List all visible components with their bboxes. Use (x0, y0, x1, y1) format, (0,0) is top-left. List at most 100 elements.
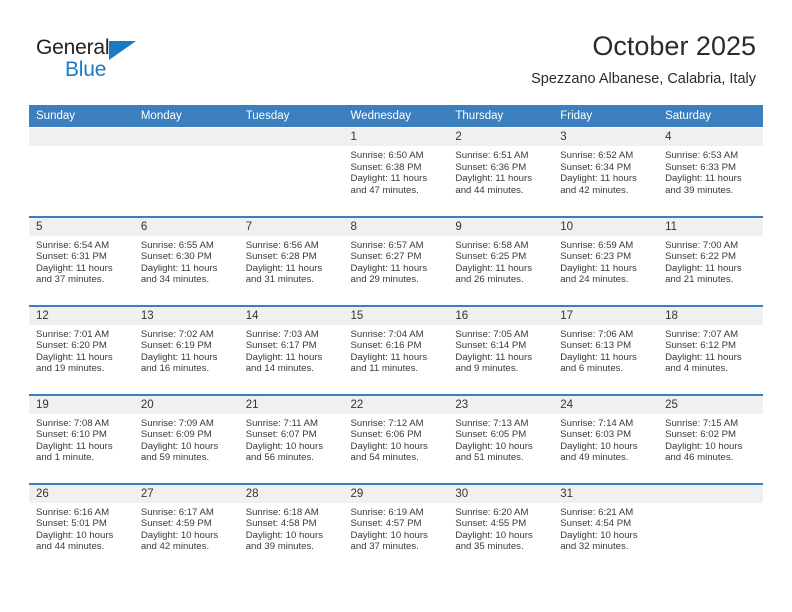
calendar-day-cell[interactable]: 14 Sunrise: 7:03 AM Sunset: 6:17 PM Dayligh… (238, 304, 344, 395)
location-subtitle: Spezzano Albanese, Calabria, Italy (531, 71, 756, 87)
calendar-day-cell[interactable]: 18 Sunrise: 7:07 AM Sunset: 6:12 PM Dayligh… (658, 304, 763, 395)
day-sunset-text: Sunset: 6:09 PM (140, 429, 212, 441)
day-sunrise-text: Sunrise: 6:18 AM (245, 506, 319, 518)
day-number: 27 (133, 484, 239, 503)
calendar-day-cell[interactable]: 29 Sunrise: 6:19 AM Sunset: 4:57 PM Dayligh… (343, 482, 449, 573)
page-title: October 2025 (592, 31, 756, 61)
calendar-day-cell[interactable]: 8 Sunrise: 6:57 AM Sunset: 6:27 PM Daylight… (343, 215, 449, 306)
day-number: 3 (553, 128, 659, 146)
day-daylight-line1-text: Daylight: 10 hours (140, 529, 219, 541)
calendar-day-cell[interactable]: 9 Sunrise: 6:58 AM Sunset: 6:25 PM Daylight… (448, 215, 554, 306)
day-daylight-line2-text: and 19 minutes. (36, 363, 105, 375)
day-details: Sunrise: 6:17 AM Sunset: 4:59 PM Daylight:… (134, 503, 239, 553)
day-daylight-line2-text: and 56 minutes. (245, 452, 314, 464)
day-daylight-line1-text: Daylight: 10 hours (665, 440, 743, 452)
day-daylight-line2-text: and 32 minutes. (560, 541, 629, 553)
day-details: Sunrise: 7:13 AM Sunset: 6:05 PM Daylight:… (448, 414, 553, 464)
calendar-day-cell[interactable]: 17 Sunrise: 7:06 AM Sunset: 6:13 PM Dayligh… (553, 304, 659, 395)
calendar-day-cell[interactable]: 7 Sunrise: 6:56 AM Sunset: 6:28 PM Daylight… (238, 215, 344, 306)
calendar-day-cell[interactable]: 20 Sunrise: 7:09 AM Sunset: 6:09 PM Dayligh… (133, 393, 239, 484)
weekday-header-monday: Monday (133, 105, 239, 128)
calendar-grid: Sunday Monday Tuesday Wednesday Thursday… (29, 105, 763, 573)
day-daylight-line2-text: and 44 minutes. (455, 184, 524, 196)
day-details: Sunrise: 6:57 AM Sunset: 6:27 PM Daylight:… (344, 236, 449, 286)
calendar-day-cell[interactable]: 1 Sunrise: 6:50 AM Sunset: 6:38 PM Daylight… (343, 127, 449, 217)
day-details: Sunrise: 7:01 AM Sunset: 6:20 PM Daylight:… (29, 325, 134, 375)
day-sunrise-text: Sunrise: 7:15 AM (665, 417, 739, 429)
day-sunrise-text: Sunrise: 7:01 AM (36, 328, 110, 340)
day-details: Sunrise: 6:59 AM Sunset: 6:23 PM Daylight:… (553, 236, 658, 286)
day-daylight-line1-text: Daylight: 11 hours (350, 173, 428, 185)
day-daylight-line2-text: and 26 minutes. (455, 274, 524, 286)
calendar-day-cell[interactable]: 10 Sunrise: 6:59 AM Sunset: 6:23 PM Dayligh… (553, 215, 659, 306)
day-sunset-text: Sunset: 6:07 PM (245, 429, 317, 441)
day-sunrise-text: Sunrise: 6:54 AM (36, 239, 110, 251)
day-daylight-line1-text: Daylight: 10 hours (350, 529, 428, 541)
day-sunset-text: Sunset: 4:58 PM (245, 518, 317, 530)
calendar-day-cell[interactable]: 23 Sunrise: 7:13 AM Sunset: 6:05 PM Dayligh… (448, 393, 554, 484)
day-details: Sunrise: 6:55 AM Sunset: 6:30 PM Daylight:… (134, 236, 239, 286)
day-daylight-line2-text: and 39 minutes. (665, 184, 734, 196)
calendar-day-cell[interactable]: 28 Sunrise: 6:18 AM Sunset: 4:58 PM Dayligh… (238, 482, 344, 573)
calendar-day-cell[interactable]: 5 Sunrise: 6:54 AM Sunset: 6:31 PM Daylight… (29, 215, 134, 306)
title-block: October 2025 Spezzano Albanese, Calabria… (531, 30, 756, 89)
calendar-day-cell[interactable]: 2 Sunrise: 6:51 AM Sunset: 6:36 PM Daylight… (448, 127, 554, 217)
day-sunset-text: Sunset: 6:25 PM (455, 251, 527, 263)
calendar-day-cell[interactable]: 15 Sunrise: 7:04 AM Sunset: 6:16 PM Dayligh… (343, 304, 449, 395)
day-number: 16 (448, 306, 554, 325)
calendar-week-row: 5 Sunrise: 6:54 AM Sunset: 6:31 PM Daylight… (29, 215, 763, 306)
day-sunrise-text: Sunrise: 7:02 AM (140, 328, 214, 340)
day-details: Sunrise: 6:58 AM Sunset: 6:25 PM Daylight:… (448, 236, 553, 286)
calendar-day-cell[interactable]: 6 Sunrise: 6:55 AM Sunset: 6:30 PM Daylight… (133, 215, 239, 306)
day-daylight-line2-text: and 54 minutes. (350, 452, 419, 464)
day-sunset-text: Sunset: 6:05 PM (455, 429, 527, 441)
day-number: 26 (29, 484, 134, 503)
day-sunset-text: Sunset: 6:20 PM (36, 340, 107, 352)
day-sunset-text: Sunset: 6:30 PM (140, 251, 212, 263)
calendar-day-cell[interactable]: 26 Sunrise: 6:16 AM Sunset: 5:01 PM Dayligh… (29, 482, 134, 573)
day-daylight-line1-text: Daylight: 11 hours (36, 262, 113, 274)
calendar-day-cell[interactable]: 16 Sunrise: 7:05 AM Sunset: 6:14 PM Dayligh… (448, 304, 554, 395)
day-sunrise-text: Sunrise: 6:56 AM (245, 239, 319, 251)
day-number: 6 (133, 217, 239, 236)
day-daylight-line2-text: and 31 minutes. (245, 274, 314, 286)
weekday-header-wednesday: Wednesday (343, 105, 449, 128)
day-number: 15 (343, 306, 449, 325)
day-number: 28 (238, 484, 344, 503)
calendar-day-cell[interactable]: 3 Sunrise: 6:52 AM Sunset: 6:34 PM Daylight… (553, 127, 659, 217)
calendar-day-cell[interactable]: 24 Sunrise: 7:14 AM Sunset: 6:03 PM Dayligh… (553, 393, 659, 484)
day-details: Sunrise: 7:06 AM Sunset: 6:13 PM Daylight:… (553, 325, 658, 375)
day-daylight-line1-text: Daylight: 11 hours (350, 351, 428, 363)
weekday-header-thursday: Thursday (448, 105, 554, 128)
calendar-day-cell[interactable]: 11 Sunrise: 7:00 AM Sunset: 6:22 PM Dayligh… (658, 215, 763, 306)
calendar-day-cell[interactable]: 30 Sunrise: 6:20 AM Sunset: 4:55 PM Dayligh… (448, 482, 554, 573)
calendar-day-cell[interactable]: 27 Sunrise: 6:17 AM Sunset: 4:59 PM Dayligh… (133, 482, 239, 573)
day-number: 7 (238, 217, 344, 236)
calendar-day-cell[interactable]: 21 Sunrise: 7:11 AM Sunset: 6:07 PM Dayligh… (238, 393, 344, 484)
day-number: 21 (238, 395, 344, 414)
calendar-week-row: 26 Sunrise: 6:16 AM Sunset: 5:01 PM Dayligh… (29, 482, 763, 573)
day-details: Sunrise: 6:18 AM Sunset: 4:58 PM Daylight:… (239, 503, 344, 553)
calendar-day-cell[interactable]: 13 Sunrise: 7:02 AM Sunset: 6:19 PM Dayligh… (133, 304, 239, 395)
day-sunrise-text: Sunrise: 7:04 AM (350, 328, 424, 340)
general-blue-logo[interactable]: General Blue (36, 36, 166, 88)
day-daylight-line1-text: Daylight: 11 hours (36, 440, 113, 452)
day-daylight-line1-text: Daylight: 11 hours (560, 351, 637, 363)
calendar-day-cell[interactable]: 12 Sunrise: 7:01 AM Sunset: 6:20 PM Dayligh… (29, 304, 134, 395)
weekday-header-sunday: Sunday (29, 105, 134, 128)
day-daylight-line2-text: and 24 minutes. (560, 274, 629, 286)
day-details: Sunrise: 6:54 AM Sunset: 6:31 PM Daylight:… (29, 236, 134, 286)
day-daylight-line1-text: Daylight: 11 hours (245, 351, 323, 363)
day-daylight-line1-text: Daylight: 10 hours (140, 440, 219, 452)
calendar-day-cell[interactable]: 22 Sunrise: 7:12 AM Sunset: 6:06 PM Dayligh… (343, 393, 449, 484)
day-sunset-text: Sunset: 4:57 PM (350, 518, 422, 530)
day-details: Sunrise: 7:07 AM Sunset: 6:12 PM Daylight:… (658, 325, 763, 375)
calendar-day-cell[interactable]: 4 Sunrise: 6:53 AM Sunset: 6:33 PM Daylight… (658, 127, 763, 217)
calendar-day-cell[interactable]: 19 Sunrise: 7:08 AM Sunset: 6:10 PM Dayligh… (29, 393, 134, 484)
day-sunset-text: Sunset: 5:01 PM (36, 518, 107, 530)
day-daylight-line1-text: Daylight: 11 hours (665, 351, 742, 363)
calendar-day-cell[interactable]: 31 Sunrise: 6:21 AM Sunset: 4:54 PM Dayligh… (553, 482, 659, 573)
calendar-day-cell[interactable]: 25 Sunrise: 7:15 AM Sunset: 6:02 PM Dayligh… (658, 393, 763, 484)
day-number: 29 (343, 484, 449, 503)
day-daylight-line1-text: Daylight: 11 hours (665, 173, 742, 185)
